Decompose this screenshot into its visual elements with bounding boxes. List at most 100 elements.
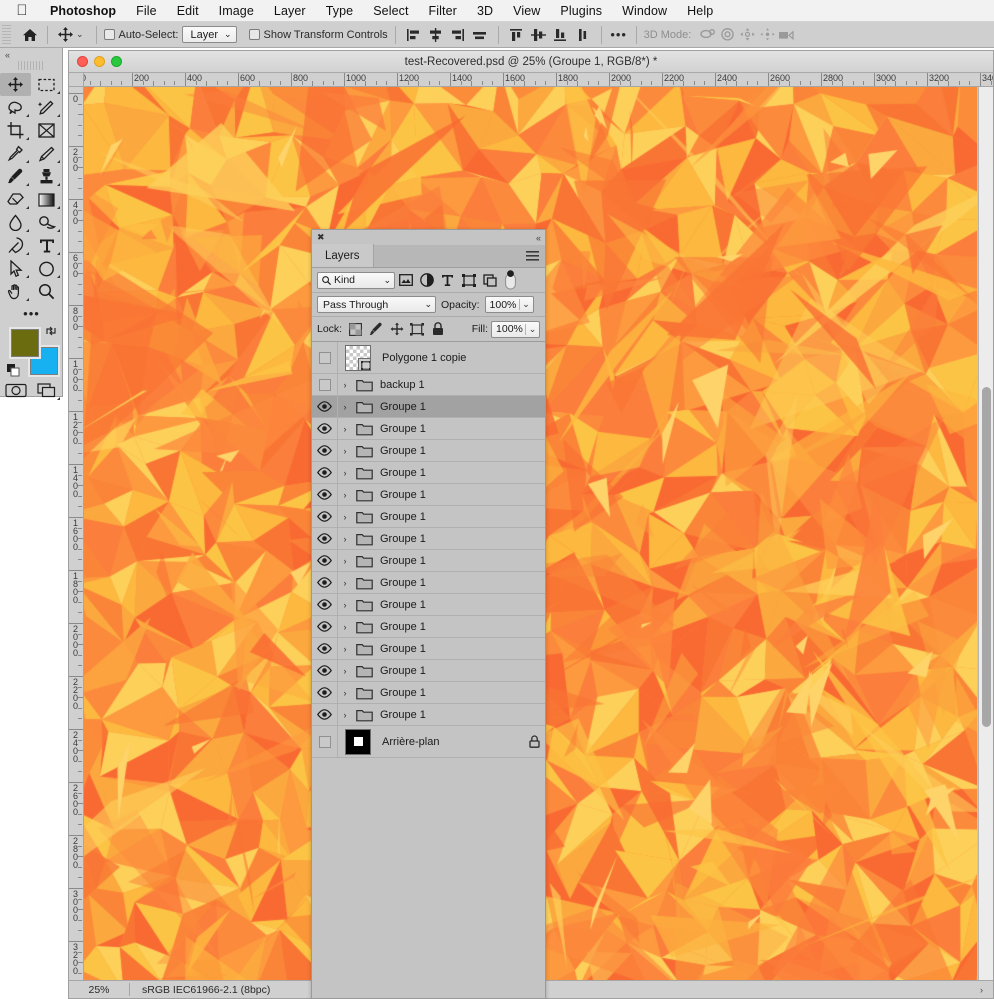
auto-select-target-dropdown[interactable]: Layer ⌄ [182,26,237,43]
lock-artboard-nesting-icon[interactable] [409,320,427,339]
layer-visibility-eye-icon[interactable] [312,638,338,659]
expand-group-chevron-icon[interactable]: › [338,402,352,412]
layer-name[interactable]: Groupe 1 [376,577,523,589]
tools-collapse-icon[interactable]: « [5,50,10,60]
layer-name[interactable]: Polygone 1 copie [378,352,523,364]
foreground-color-swatch[interactable] [11,329,39,357]
layer-name[interactable]: Groupe 1 [376,401,523,413]
menu-item-help[interactable]: Help [677,2,723,20]
menu-item-plugins[interactable]: Plugins [550,2,612,20]
move-tool-icon[interactable] [55,25,75,45]
layer-row[interactable]: › Groupe 1 [312,484,545,506]
layer-visibility-eye-icon[interactable] [312,550,338,571]
align-right-edges-icon[interactable] [447,25,469,45]
distribute-vertically-icon[interactable] [572,25,594,45]
menu-item-view[interactable]: View [503,2,550,20]
fill-field[interactable]: 100% ⌄ [491,320,541,338]
layer-row[interactable]: › Groupe 1 [312,418,545,440]
canvas-vertical-scrollbar[interactable] [978,87,993,982]
layer-row[interactable]: › Groupe 1 [312,550,545,572]
ellipse-shape-tool[interactable] [31,257,62,280]
healing-brush-tool[interactable] [31,142,62,165]
menu-item-layer[interactable]: Layer [264,2,316,20]
tab-layers[interactable]: Layers [312,244,374,267]
layer-visibility-eye-icon[interactable] [312,704,338,725]
menu-item-3d[interactable]: 3D [467,2,503,20]
eraser-tool[interactable] [0,188,31,211]
layer-row[interactable]: › Groupe 1 [312,682,545,704]
layer-visibility-eye-icon[interactable] [312,506,338,527]
filter-pixel-icon[interactable] [395,270,416,291]
home-icon[interactable] [20,25,40,45]
layer-name[interactable]: Groupe 1 [376,511,523,523]
gradient-tool[interactable] [31,188,62,211]
layer-visibility-eye-icon[interactable] [312,528,338,549]
layer-name[interactable]: Groupe 1 [376,445,523,457]
blur-tool[interactable] [0,211,31,234]
filter-kind-dropdown[interactable]: Kind ⌄ [317,271,395,289]
expand-group-chevron-icon[interactable]: › [338,578,352,588]
expand-group-chevron-icon[interactable]: › [338,600,352,610]
expand-group-chevron-icon[interactable]: › [338,666,352,676]
slide-3d-icon[interactable] [757,25,777,45]
layer-visibility-eye-icon[interactable] [312,484,338,505]
expand-group-chevron-icon[interactable]: › [338,644,352,654]
layer-row[interactable]: › Groupe 1 [312,638,545,660]
object-selection-tool[interactable] [31,96,62,119]
frame-tool[interactable] [31,119,62,142]
chevron-down-icon[interactable]: ⌄ [518,299,533,310]
more-tools-icon[interactable]: ••• [0,303,63,323]
menu-item-filter[interactable]: Filter [419,2,467,20]
tool-preset-chevron-down-icon[interactable]: ⌄ [76,29,84,40]
align-top-edges-icon[interactable] [506,25,528,45]
layer-row[interactable]: › Groupe 1 [312,528,545,550]
expand-group-chevron-icon[interactable]: › [338,446,352,456]
filter-type-icon[interactable] [437,270,458,291]
distribute-horizontally-icon[interactable] [469,25,491,45]
align-vertical-centers-icon[interactable] [528,25,550,45]
apple-menu-icon[interactable]:  [14,3,30,19]
quick-mask-icon[interactable] [0,378,31,402]
layer-visibility-eye-icon[interactable] [312,572,338,593]
layer-row[interactable]: Polygone 1 copie [312,342,545,374]
expand-group-chevron-icon[interactable]: › [338,688,352,698]
expand-group-chevron-icon[interactable]: › [338,622,352,632]
clone-stamp-tool[interactable] [31,165,62,188]
align-horizontal-centers-icon[interactable] [425,25,447,45]
menu-item-type[interactable]: Type [316,2,364,20]
default-colors-icon[interactable] [7,364,20,377]
path-selection-tool[interactable] [0,257,31,280]
layer-row[interactable]: › Groupe 1 [312,440,545,462]
layer-row[interactable]: › Groupe 1 [312,660,545,682]
type-tool[interactable] [31,234,62,257]
roll-3d-icon[interactable] [717,25,737,45]
scrollbar-thumb[interactable] [982,387,991,727]
status-expand-icon[interactable]: › [980,985,993,995]
eyedropper-tool[interactable] [0,142,31,165]
layer-visibility-eye-icon[interactable] [312,396,338,417]
menu-item-image[interactable]: Image [209,2,264,20]
layer-row[interactable]: Arrière-plan [312,726,545,758]
filter-adjustment-icon[interactable] [416,270,437,291]
close-icon[interactable]: ✖ [317,233,325,242]
move-tool[interactable] [0,73,31,96]
pan-3d-icon[interactable] [737,25,757,45]
layer-name[interactable]: Groupe 1 [376,555,523,567]
layer-name[interactable]: backup 1 [376,379,523,391]
layer-visibility-eye-icon[interactable] [312,462,338,483]
layer-row[interactable]: › Groupe 1 [312,506,545,528]
lock-position-icon[interactable] [388,320,406,339]
layer-name[interactable]: Groupe 1 [376,665,523,677]
menu-item-select[interactable]: Select [363,2,418,20]
layer-row[interactable]: › Groupe 1 [312,704,545,726]
show-transform-checkbox[interactable] [248,29,260,40]
layer-visibility-eye-icon[interactable] [312,660,338,681]
layer-name[interactable]: Groupe 1 [376,489,523,501]
zoom-tool[interactable] [31,280,62,303]
layers-list[interactable]: Polygone 1 copie › backup 1 › Groupe 1 › Group… [312,342,545,998]
layer-visibility-off-checkbox[interactable] [312,374,338,395]
document-title-bar[interactable]: test-Recovered.psd @ 25% (Groupe 1, RGB/… [69,51,993,73]
expand-group-chevron-icon[interactable]: › [338,424,352,434]
layer-thumbnail[interactable] [338,728,378,755]
brush-tool[interactable] [0,165,31,188]
